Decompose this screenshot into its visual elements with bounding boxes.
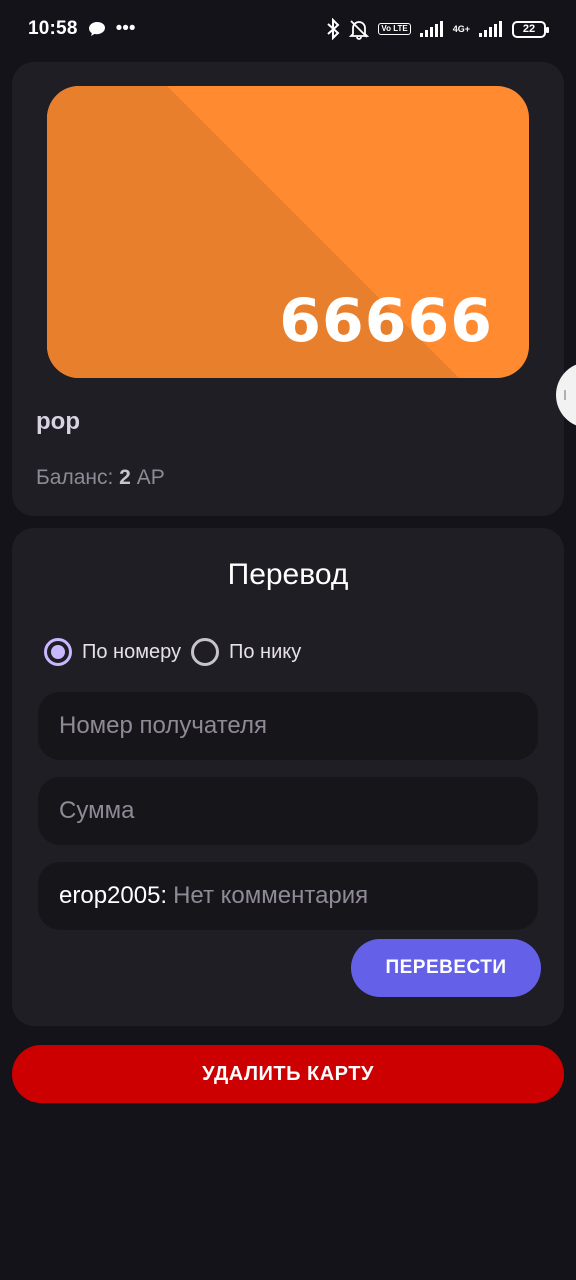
balance-label: Баланс: [36,466,114,489]
card-holder-name: pop [36,408,80,435]
delete-card-button[interactable]: УДАЛИТЬ КАРТУ [12,1045,564,1103]
bank-card[interactable]: 66666 [47,86,529,378]
recipient-field[interactable] [38,692,538,760]
radio-by-nick[interactable]: По нику [191,638,301,666]
transfer-submit-button[interactable]: ПЕРЕВЕСТИ [351,939,541,997]
comment-input[interactable] [173,882,517,910]
bluetooth-icon [326,18,340,40]
balance-unit: АР [136,466,165,489]
amount-input[interactable] [59,797,517,825]
amount-field[interactable] [38,777,538,845]
radio-by-number-label: По номеру [82,640,181,663]
chat-bubble-icon [88,21,106,37]
card-panel: 66666 pop Баланс: 2 АР [12,62,564,516]
battery-icon: 22 [512,20,549,38]
radio-unselected-icon [191,638,219,666]
recipient-input[interactable] [59,712,517,740]
radio-selected-icon [44,638,72,666]
status-bar: 10:58 ••• Vo LTE 4G+ 22 [0,0,576,58]
comment-prefix: erop2005: [59,882,168,909]
radio-by-nick-label: По нику [229,640,302,663]
volte-icon: Vo LTE [378,23,411,35]
transfer-title: Перевод [227,558,349,591]
balance-value: 2 [119,466,131,489]
network-type-icon: 4G+ [452,23,470,34]
signal-bars-icon-2 [478,20,504,38]
status-time: 10:58 [28,18,78,39]
card-balance: Баланс: 2 АР [36,466,165,490]
radio-by-number[interactable]: По номеру [44,638,181,666]
transfer-mode-group: По номеру По нику [44,638,311,666]
comment-field[interactable]: erop2005: [38,862,538,930]
signal-bars-icon [419,20,445,38]
more-dots-icon: ••• [115,18,136,39]
transfer-panel: Перевод По номеру По нику erop2005: ПЕРЕ… [12,528,564,1026]
bell-muted-icon [348,18,370,40]
card-number: 66666 [279,286,493,356]
